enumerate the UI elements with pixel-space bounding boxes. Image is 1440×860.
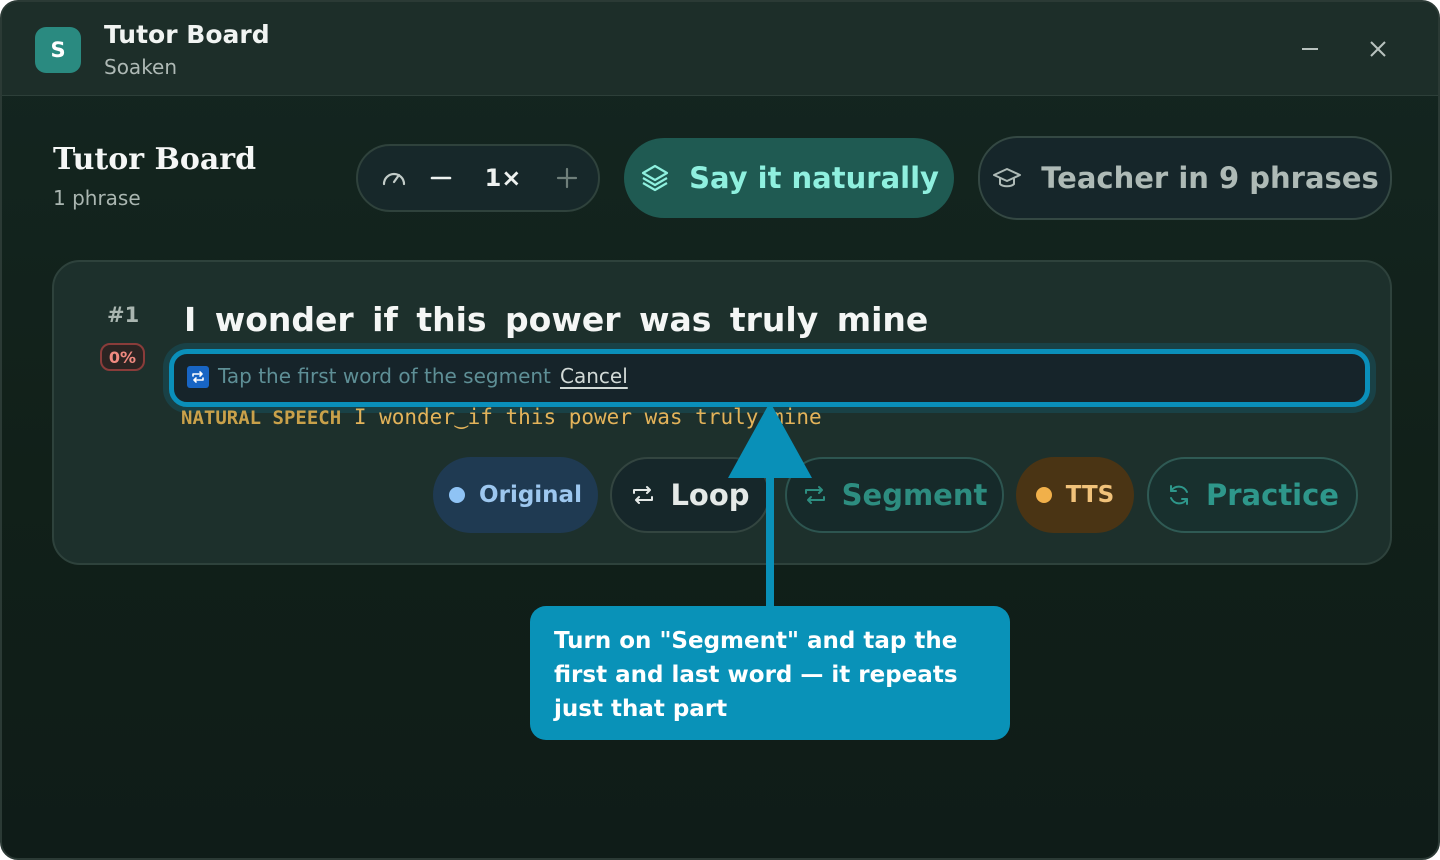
- phrase-count: 1 phrase: [53, 186, 141, 210]
- practice-label: Practice: [1206, 478, 1339, 512]
- natural-speech-label: NATURAL SPEECH: [181, 407, 342, 429]
- minimize-icon: [1302, 48, 1318, 50]
- onboarding-tooltip: Turn on "Segment" and tap the first and …: [530, 606, 1010, 740]
- original-label: Original: [479, 482, 582, 508]
- original-button[interactable]: Original: [433, 457, 598, 533]
- mode-say-naturally-label: Say it naturally: [689, 161, 939, 195]
- segment-label: Segment: [841, 478, 988, 512]
- callout-arrow-head: [728, 402, 812, 478]
- mode-say-naturally-button[interactable]: Say it naturally: [624, 138, 954, 218]
- speed-increase-button[interactable]: [548, 146, 586, 210]
- close-icon: [1370, 41, 1386, 57]
- loop-label: Loop: [670, 478, 750, 512]
- board-title: Tutor Board: [53, 142, 257, 177]
- phrase-number: #1: [107, 303, 140, 327]
- tts-button[interactable]: TTS: [1016, 457, 1134, 533]
- segment-button[interactable]: Segment: [785, 457, 1004, 533]
- tts-dot-icon: [1035, 487, 1052, 503]
- layers-icon: [641, 164, 669, 192]
- speed-control: 1×: [356, 144, 600, 212]
- mode-teacher-button[interactable]: Teacher in 9 phrases: [978, 136, 1392, 220]
- mode-teacher-label: Teacher in 9 phrases: [1041, 161, 1379, 195]
- minus-icon: [430, 176, 452, 180]
- callout-arrow-shaft: [766, 472, 774, 612]
- phrase-text: I wonder if this power was truly mine: [184, 300, 929, 339]
- speed-decrease-button[interactable]: [422, 146, 460, 210]
- plus-icon: [556, 167, 578, 189]
- segment-cancel-link[interactable]: Cancel: [560, 364, 628, 388]
- original-dot-icon: [449, 487, 466, 503]
- practice-button[interactable]: Practice: [1147, 457, 1358, 533]
- close-button[interactable]: [1361, 32, 1395, 66]
- natural-speech-row: NATURAL SPEECH I wonder‿if this power wa…: [181, 405, 822, 429]
- graduation-cap-icon: [993, 168, 1022, 188]
- progress-badge: 0%: [100, 343, 145, 371]
- window-subtitle: Soaken: [104, 55, 178, 79]
- minimize-button[interactable]: [1293, 32, 1327, 66]
- gauge-icon: [376, 146, 412, 210]
- repeat-icon: [187, 366, 209, 388]
- app-window: S Tutor Board Soaken Tutor Board 1 phras…: [0, 0, 1440, 860]
- repeat-icon: [804, 486, 825, 504]
- window-title: Tutor Board: [104, 20, 270, 49]
- speed-value: 1×: [484, 164, 522, 192]
- segment-hint: Tap the first word of the segment: [218, 364, 551, 388]
- tts-label: TTS: [1065, 482, 1115, 508]
- repeat-icon: [633, 486, 654, 504]
- title-bar: S Tutor Board Soaken: [2, 2, 1438, 96]
- app-icon: S: [35, 27, 81, 73]
- refresh-icon: [1170, 485, 1188, 505]
